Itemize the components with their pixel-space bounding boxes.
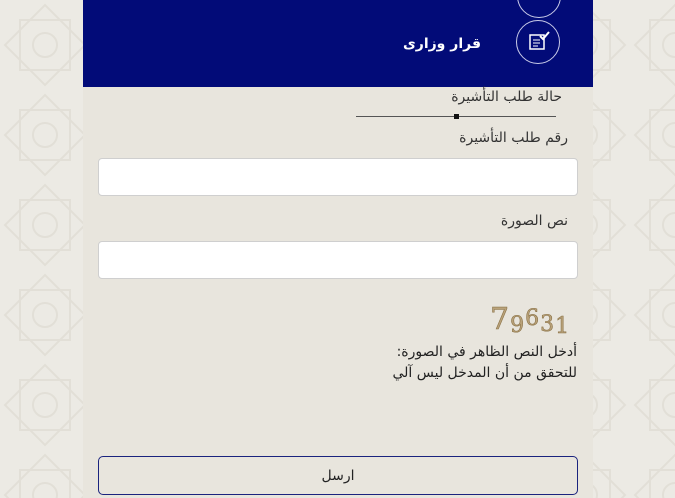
- header-title: قرار وزارى: [402, 36, 481, 52]
- circle-icon: [517, 0, 561, 18]
- image-text-input[interactable]: [98, 241, 578, 279]
- image-text-label: نص الصورة: [500, 213, 568, 229]
- submit-button[interactable]: ارسل: [98, 456, 578, 495]
- header-bar: قرار وزارى: [83, 0, 593, 87]
- request-number-label: رقم طلب التأشيرة: [459, 130, 568, 146]
- captcha-instructions: أدخل النص الظاهر في الصورة: للتحقق من أن…: [337, 342, 577, 384]
- captcha-instruction-line1: أدخل النص الظاهر في الصورة:: [396, 344, 577, 360]
- captcha-image: 79631: [490, 302, 568, 337]
- svg-text:79631: 79631: [490, 302, 568, 337]
- status-indicator: [454, 114, 459, 119]
- captcha-instruction-line2: للتحقق من أن المدخل ليس آلي: [392, 365, 577, 381]
- form-card: قرار وزارى حالة طلب التأشيرة رقم طلب الت…: [83, 0, 593, 498]
- document-check-icon[interactable]: [516, 20, 560, 64]
- visa-status-label: حالة طلب التأشيرة: [451, 89, 562, 105]
- request-number-input[interactable]: [98, 158, 578, 196]
